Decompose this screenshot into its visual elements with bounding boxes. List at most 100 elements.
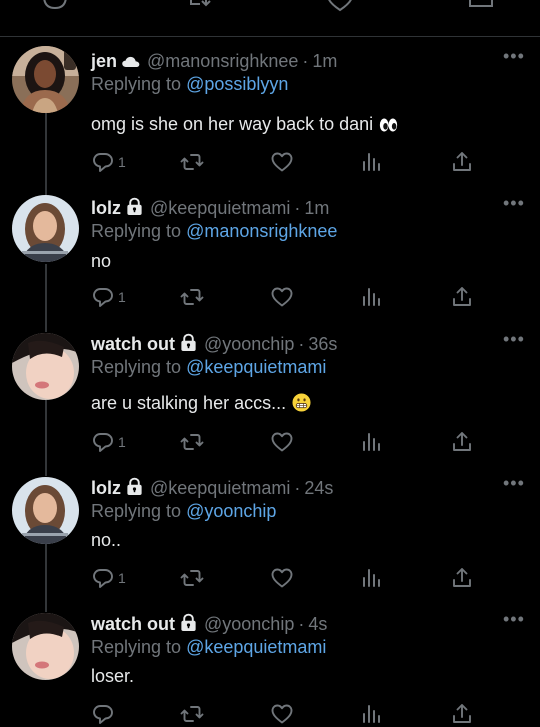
- more-icon[interactable]: •••: [503, 473, 525, 494]
- like-icon: [270, 150, 294, 174]
- share-button[interactable]: [450, 566, 474, 590]
- replying-to: Replying to @manonsrighknee: [91, 220, 337, 242]
- timestamp[interactable]: 1m: [304, 198, 329, 218]
- more-icon[interactable]: •••: [503, 329, 525, 350]
- timestamp[interactable]: 1m: [312, 51, 337, 71]
- user-handle[interactable]: @keepquietmami: [150, 198, 290, 218]
- share-button[interactable]: [450, 430, 474, 454]
- like-button[interactable]: [270, 430, 294, 454]
- user-handle[interactable]: @yoonchip: [204, 614, 294, 634]
- lock-icon: [125, 197, 144, 221]
- user-handle[interactable]: @keepquietmami: [150, 478, 290, 498]
- views-button[interactable]: [360, 285, 384, 309]
- more-icon[interactable]: •••: [503, 609, 525, 630]
- lock-icon: [179, 333, 198, 357]
- more-icon[interactable]: •••: [503, 193, 525, 214]
- tweet-header: lolz @keepquietmami · 24s: [91, 477, 333, 501]
- reply-button[interactable]: 1: [91, 430, 126, 454]
- user-handle[interactable]: @yoonchip: [204, 334, 294, 354]
- avatar[interactable]: [12, 46, 79, 113]
- retweet-button[interactable]: [180, 285, 204, 309]
- reply-icon: [91, 430, 115, 454]
- previous-tweet-actions: [0, 0, 540, 37]
- reply-icon: [91, 150, 115, 174]
- like-icon: [270, 566, 294, 590]
- like-icon[interactable]: [325, 0, 355, 16]
- views-button[interactable]: [360, 702, 384, 726]
- display-name[interactable]: lolz: [91, 478, 121, 498]
- views-button[interactable]: [360, 430, 384, 454]
- avatar[interactable]: [12, 477, 79, 544]
- tweet-header: jen @manonsrighknee · 1m: [91, 50, 337, 74]
- mention-link[interactable]: @possiblyyn: [186, 74, 288, 94]
- display-name[interactable]: watch out: [91, 334, 175, 354]
- avatar[interactable]: [12, 333, 79, 400]
- avatar[interactable]: [12, 195, 79, 262]
- retweet-icon: [180, 702, 204, 726]
- separator: ·: [294, 478, 301, 498]
- grimacing-face-emoji-icon: [292, 393, 311, 417]
- share-icon: [450, 430, 474, 454]
- share-button[interactable]: [450, 150, 474, 174]
- like-button[interactable]: [270, 150, 294, 174]
- tweet-header: lolz @keepquietmami · 1m: [91, 197, 329, 221]
- views-button[interactable]: [360, 566, 384, 590]
- reply-icon[interactable]: [40, 0, 70, 16]
- reply-count: 1: [118, 154, 126, 170]
- cloud-icon: [121, 52, 141, 74]
- reply-icon: [91, 566, 115, 590]
- replying-to: Replying to @yoonchip: [91, 500, 276, 522]
- timestamp[interactable]: 24s: [304, 478, 333, 498]
- retweet-button[interactable]: [180, 430, 204, 454]
- tweet-actions: 1: [0, 150, 540, 174]
- views-icon: [360, 566, 384, 590]
- display-name[interactable]: watch out: [91, 614, 175, 634]
- tweet-actions: 1: [0, 430, 540, 454]
- views-button[interactable]: [360, 150, 384, 174]
- retweet-button[interactable]: [180, 566, 204, 590]
- like-icon: [270, 430, 294, 454]
- reply-button[interactable]: [91, 702, 118, 726]
- tweet-header: watch out @yoonchip · 36s: [91, 333, 337, 357]
- tweet-text: no: [91, 251, 112, 271]
- like-button[interactable]: [270, 285, 294, 309]
- retweet-icon: [180, 430, 204, 454]
- share-icon: [450, 702, 474, 726]
- replying-label: Replying to: [91, 221, 182, 241]
- reply-button[interactable]: 1: [91, 566, 126, 590]
- like-button[interactable]: [270, 702, 294, 726]
- avatar[interactable]: [12, 613, 79, 680]
- share-icon: [450, 285, 474, 309]
- mention-link[interactable]: @yoonchip: [186, 501, 276, 521]
- reply-button[interactable]: 1: [91, 150, 126, 174]
- lock-icon: [179, 613, 198, 637]
- tweet-actions: [0, 702, 540, 726]
- share-icon[interactable]: [466, 0, 496, 16]
- replying-to: Replying to @possiblyyn: [91, 73, 288, 95]
- more-icon[interactable]: •••: [503, 46, 525, 67]
- mention-link[interactable]: @manonsrighknee: [186, 221, 337, 241]
- timestamp[interactable]: 36s: [308, 334, 337, 354]
- reply-count: 1: [118, 570, 126, 586]
- retweet-button[interactable]: [180, 150, 204, 174]
- lock-icon: [125, 477, 144, 501]
- replying-to: Replying to @keepquietmami: [91, 636, 326, 658]
- share-button[interactable]: [450, 285, 474, 309]
- display-name[interactable]: jen: [91, 51, 117, 71]
- replying-label: Replying to: [91, 74, 182, 94]
- display-name[interactable]: lolz: [91, 198, 121, 218]
- like-button[interactable]: [270, 566, 294, 590]
- share-button[interactable]: [450, 702, 474, 726]
- tweet-text: no..: [91, 530, 122, 550]
- mention-link[interactable]: @keepquietmami: [186, 357, 326, 377]
- retweet-button[interactable]: [180, 702, 204, 726]
- tweet-text-content: are u stalking her accs...: [91, 393, 287, 413]
- timestamp[interactable]: 4s: [308, 614, 327, 634]
- mention-link[interactable]: @keepquietmami: [186, 637, 326, 657]
- user-handle[interactable]: @manonsrighknee: [147, 51, 298, 71]
- retweet-icon[interactable]: [186, 0, 216, 16]
- tweet-text-content: omg is she on her way back to dani: [91, 114, 374, 134]
- reply-button[interactable]: 1: [91, 285, 126, 309]
- reply-count: 1: [118, 289, 126, 305]
- separator: ·: [294, 198, 301, 218]
